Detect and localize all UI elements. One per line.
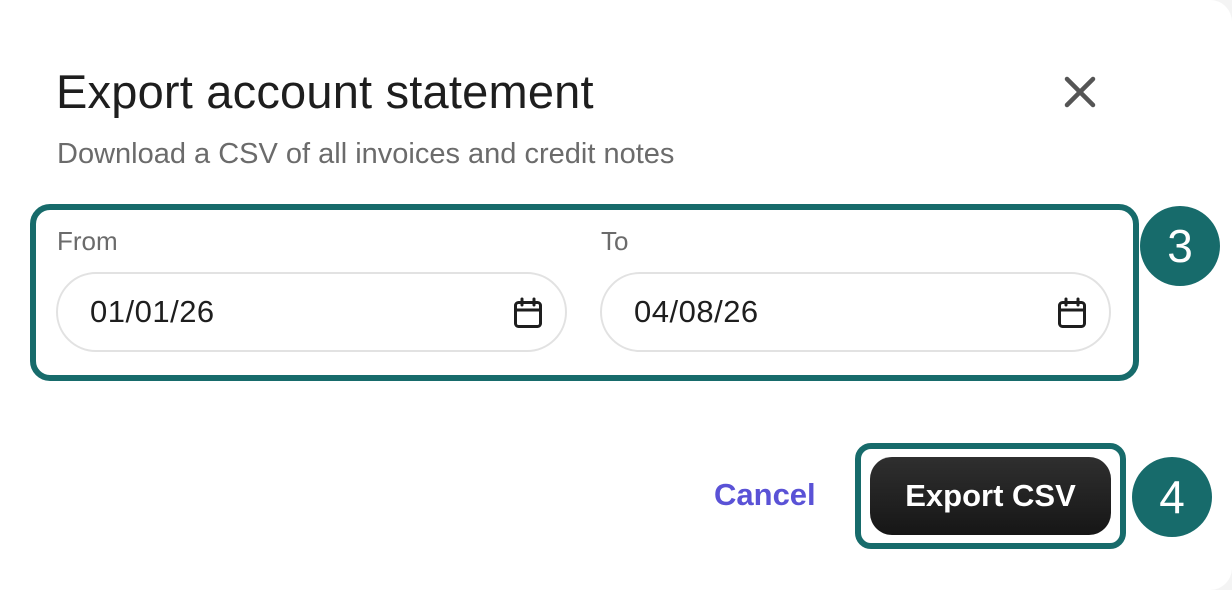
dialog-title: Export account statement bbox=[56, 65, 594, 118]
step-badge-3: 3 bbox=[1140, 206, 1220, 286]
date-range-highlight bbox=[30, 204, 1139, 381]
export-statement-dialog: Export account statement Download a CSV … bbox=[0, 0, 1232, 590]
step-badge-4: 4 bbox=[1132, 457, 1212, 537]
dialog-subtitle: Download a CSV of all invoices and credi… bbox=[57, 138, 675, 170]
export-csv-button[interactable]: Export CSV bbox=[870, 457, 1111, 535]
close-icon bbox=[1064, 76, 1096, 108]
close-button[interactable] bbox=[1058, 70, 1102, 114]
cancel-button[interactable]: Cancel bbox=[714, 477, 816, 513]
